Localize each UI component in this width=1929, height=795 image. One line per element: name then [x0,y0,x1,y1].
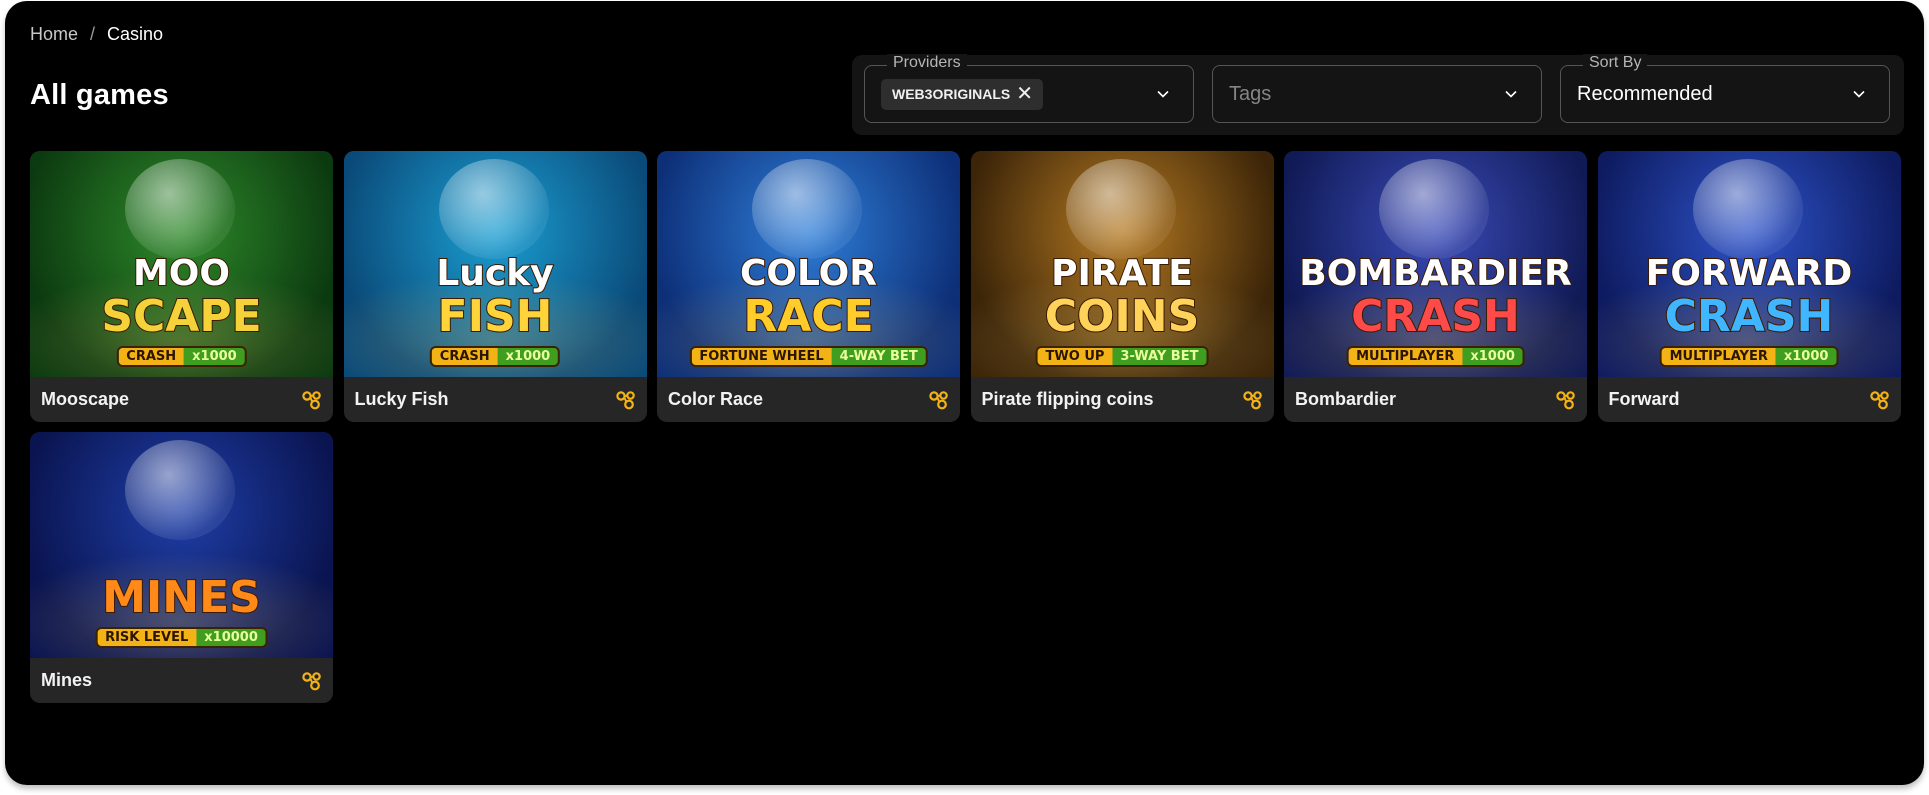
game-tag-secondary: x1000 [1775,348,1837,365]
game-tag-banner: CRASH x1000 [429,346,561,367]
game-card-footer: Forward [1598,377,1901,422]
game-card-footer: Mooscape [30,377,333,422]
game-name: Color Race [668,389,764,409]
breadcrumb: Home / Casino [30,24,163,45]
game-tag-secondary: x1000 [184,348,245,365]
sort-label: Sort By [1583,54,1648,72]
game-tag-primary: CRASH [118,348,185,365]
game-name: Mines [41,670,93,690]
game-logo-top: MOO [132,252,231,295]
provider-link-icon[interactable] [928,389,950,411]
game-thumbnail[interactable]: PIRATE COINS TWO UP 3-WAY BET [970,151,1274,377]
game-thumbnail[interactable]: Lucky FISH CRASH x1000 [343,151,647,377]
game-tag-primary: CRASH [431,348,498,365]
game-logo-top: Lucky [435,252,554,295]
game-tag-primary: MULTIPLAYER [1661,348,1776,365]
game-tag-secondary: x1000 [1462,348,1523,365]
breadcrumb-separator: / [90,24,96,44]
provider-link-icon[interactable] [301,670,323,692]
tags-select[interactable]: Tags [1212,65,1542,123]
game-logo-main: RACE [742,290,874,343]
thumbnail-character [125,159,235,259]
chevron-down-icon [1157,90,1169,98]
game-name: Lucky Fish [354,389,449,409]
game-name: Pirate flipping coins [981,389,1154,409]
breadcrumb-home-link[interactable]: Home [30,24,78,45]
game-name: Forward [1608,389,1680,409]
game-tag-secondary: x10000 [196,629,266,646]
game-tag-secondary: 3-WAY BET [1112,348,1207,365]
game-card-footer: Mines [30,658,333,703]
provider-chip: WEB3ORIGINALS ✕ [881,78,1043,110]
game-tag-banner: FORTUNE WHEEL 4-WAY BET [689,346,928,367]
game-card[interactable]: PIRATE COINS TWO UP 3-WAY BET Pirate fli… [970,151,1274,422]
game-logo-top: COLOR [739,252,878,295]
game-logo-top: PIRATE [1050,252,1194,295]
game-name: Bombardier [1295,389,1397,409]
page-title: All games [30,79,169,111]
thumbnail-character [438,159,549,259]
game-thumbnail[interactable]: MOO SCAPE CRASH x1000 [30,151,333,377]
game-tag-primary: MULTIPLAYER [1348,348,1463,365]
game-logo-main: COINS [1044,290,1201,343]
thumbnail-character [125,440,235,540]
game-thumbnail[interactable]: MINES RISK LEVEL x10000 [30,432,333,658]
thumbnail-character [1065,159,1176,259]
game-logo-top: BOMBARDIER [1298,252,1572,295]
game-logo-main: SCAPE [100,290,262,343]
providers-select[interactable]: Providers WEB3ORIGINALS ✕ [864,54,1194,123]
game-tag-secondary: x1000 [497,348,559,365]
game-logo-main: CRASH [1350,290,1521,343]
providers-label: Providers [887,54,967,72]
thumbnail-character [1379,159,1489,259]
game-thumbnail[interactable]: FORWARD CRASH MULTIPLAYER x1000 [1597,151,1901,377]
game-card-footer: Bombardier [1284,377,1587,422]
game-logo-main: MINES [101,571,262,624]
game-card[interactable]: BOMBARDIER CRASH MULTIPLAYER x1000 Bomba… [1284,151,1587,422]
game-thumbnail[interactable]: COLOR RACE FORTUNE WHEEL 4-WAY BET [657,151,960,377]
sort-select[interactable]: Sort By Recommended [1560,54,1890,123]
thumbnail-character [752,159,862,259]
game-tag-primary: FORTUNE WHEEL [691,348,832,365]
app-window: Home / Casino All games Providers WEB3OR… [5,1,1924,785]
game-tag-primary: TWO UP [1037,348,1113,365]
chevron-down-icon [1505,90,1517,98]
provider-link-icon[interactable] [301,389,323,411]
game-tag-banner: MULTIPLAYER x1000 [1659,346,1839,367]
game-tag-banner: MULTIPLAYER x1000 [1346,346,1525,367]
game-logo-top: FORWARD [1645,252,1853,295]
game-card-footer: Pirate flipping coins [971,377,1274,422]
game-tag-banner: TWO UP 3-WAY BET [1035,346,1209,367]
game-card[interactable]: Lucky FISH CRASH x1000 Lucky Fish [343,151,647,422]
game-card-footer: Color Race [657,377,960,422]
game-tag-secondary: 4-WAY BET [831,348,926,365]
thumbnail-character [1692,159,1803,259]
provider-link-icon[interactable] [1869,389,1891,411]
provider-link-icon[interactable] [1242,389,1264,411]
sort-value: Recommended [1577,82,1713,105]
provider-link-icon[interactable] [615,389,637,411]
close-icon[interactable]: ✕ [1016,84,1033,104]
provider-link-icon[interactable] [1555,389,1577,411]
chevron-down-icon [1853,90,1865,98]
tags-placeholder: Tags [1229,82,1272,105]
game-tag-banner: CRASH x1000 [116,346,247,367]
game-name: Mooscape [41,389,130,409]
game-card[interactable]: MINES RISK LEVEL x10000 Mines [30,432,333,703]
game-tag-primary: RISK LEVEL [97,629,197,646]
breadcrumb-current: Casino [107,24,164,44]
game-logo-main: CRASH [1664,290,1835,343]
game-card[interactable]: MOO SCAPE CRASH x1000 Mooscape [30,151,333,422]
game-card[interactable]: FORWARD CRASH MULTIPLAYER x1000 Forward [1597,151,1901,422]
game-card-footer: Lucky Fish [344,377,647,422]
game-tag-banner: RISK LEVEL x10000 [95,627,268,648]
game-card[interactable]: COLOR RACE FORTUNE WHEEL 4-WAY BET Color… [657,151,960,422]
game-logo-main: FISH [437,290,554,343]
filter-bar: Providers WEB3ORIGINALS ✕ Tags Sort By R… [852,54,1904,135]
game-thumbnail[interactable]: BOMBARDIER CRASH MULTIPLAYER x1000 [1284,151,1587,377]
provider-chip-label: WEB3ORIGINALS [892,86,1011,102]
